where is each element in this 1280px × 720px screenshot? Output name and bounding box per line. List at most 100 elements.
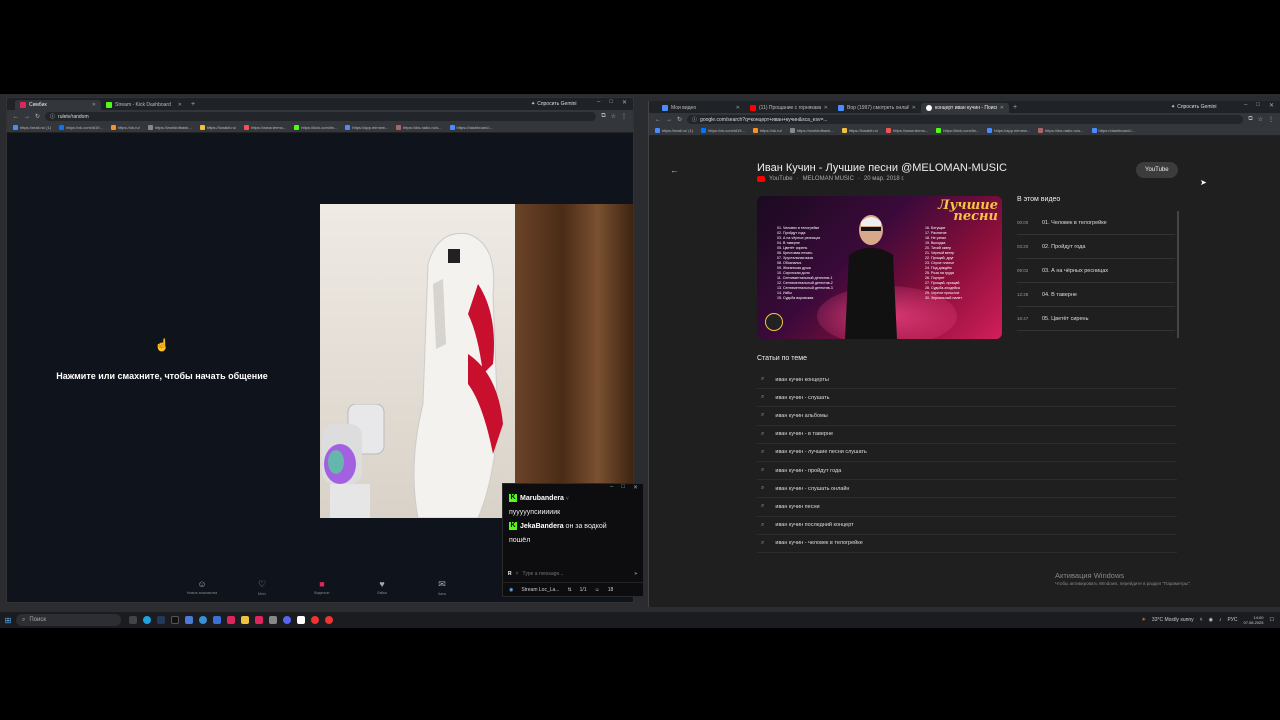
send-icon[interactable]: ➤ [634,571,638,577]
app-icon[interactable] [269,616,277,624]
address-bar[interactable]: ⓘ ruletv/random [45,112,597,121]
close-icon[interactable]: ✕ [92,102,96,108]
right-tab-0[interactable]: Мои видео ✕ [657,103,745,113]
bookmark-item[interactable]: https://ok.ru/ [752,128,782,133]
new-tab-icon[interactable]: + [191,100,195,110]
browser-icon[interactable] [199,616,207,624]
address-bar[interactable]: ⓘ google.com/search?q=концерт+иван+кучин… [687,115,1244,124]
notifications-icon[interactable]: ☐ [1270,617,1274,623]
chapters-scrollbar[interactable] [1177,211,1179,338]
folder-icon[interactable] [241,616,249,624]
lang-label[interactable]: РУС [1227,617,1237,623]
right-tab-2[interactable]: Вор (1997) смотреть онлайн ... ✕ [833,103,921,113]
youtube-chip-button[interactable]: YouTube [1136,162,1178,178]
bookmark-item[interactable]: https://www.termo... [886,128,928,133]
network-icon[interactable]: ◉ [1209,617,1213,623]
chat-input[interactable]: Type a message... [523,571,630,577]
nav-videochat[interactable]: ■ Видеочат [297,579,347,596]
bookmark-item[interactable]: https://app.mirnew... [345,125,388,130]
right-tab-1[interactable]: (11) Прощание с горняками - ... ✕ [745,103,833,113]
minimize-icon[interactable]: – [597,99,600,106]
extension-icon[interactable]: ⧉ [1248,116,1252,123]
related-search-item[interactable]: ⌕ иван кучин - слушать [757,389,1177,408]
related-search-item[interactable]: ⌕ иван кучин - в таверне [757,426,1177,444]
chapter-item[interactable]: 09:02 03. А на чёрных ресницах [1017,259,1175,283]
chrome-icon[interactable] [311,616,319,624]
bookmark-item[interactable]: https://worldofbank... [789,128,834,133]
app-icon[interactable] [227,616,235,624]
close-icon[interactable]: ✕ [1000,105,1004,111]
related-search-item[interactable]: ⌕ иван кучин - лучшие песни слушать [757,444,1177,462]
discord-icon[interactable] [283,616,291,624]
close-window-icon[interactable]: ✕ [1269,102,1274,109]
chapter-item[interactable]: 16:47 05. Цветёт сирень [1017,307,1175,331]
new-tab-icon[interactable]: + [1013,103,1017,113]
left-tab-1[interactable]: Stream - Kick Dashboard ✕ [101,100,187,110]
chat-username[interactable]: JekaBandera [520,523,564,530]
maximize-icon[interactable]: □ [621,484,625,492]
bookmark-item[interactable]: https://vk.com/id19... [701,128,745,133]
star-icon[interactable]: ☆ [1258,116,1263,123]
nav-likes[interactable]: ♥ Лайки [357,579,407,596]
close-icon[interactable]: ✕ [178,102,182,108]
steam-icon[interactable] [157,616,165,624]
app-icon[interactable] [185,616,193,624]
bookmark-item[interactable]: https://dashboard.l... [1091,128,1135,133]
bookmark-item[interactable]: https://dw-radio.ru/s... [1038,128,1084,133]
close-icon[interactable]: ✕ [736,105,740,111]
task-view-icon[interactable] [129,616,137,624]
menu-icon[interactable]: ⋮ [621,113,627,120]
clock[interactable]: 14:00 07.08.2025 [1243,615,1263,625]
chat-username[interactable]: Marubandera [520,495,564,502]
bookmark-item[interactable]: https://dashboard.l... [449,125,493,130]
epic-icon[interactable] [171,616,179,624]
related-search-item[interactable]: ⌕ иван кучин - пройдут года [757,462,1177,481]
tray-chevron-icon[interactable]: ˄ [1200,617,1203,623]
bookmark-item[interactable]: https://dw-radio.ru/s... [396,125,442,130]
bookmark-item[interactable]: https://lunakit.ru/ [841,128,878,133]
volume-icon[interactable]: ♪ [1219,617,1222,623]
app-icon[interactable] [255,616,263,624]
bookmark-item[interactable]: https://vk.com/id19... [59,125,103,130]
related-search-item[interactable]: ⌕ иван кучин альбомы [757,407,1177,426]
close-icon[interactable]: ✕ [633,484,638,492]
related-search-item[interactable]: ⌕ иван кучин концерты [757,371,1177,390]
video-title[interactable]: Иван Кучин - Лучшие песни @MELOMAN-MUSIC [757,162,1007,174]
minimize-icon[interactable]: – [1244,102,1247,109]
extension-icon[interactable]: ⧉ [601,113,605,120]
reload-icon[interactable]: ↻ [677,116,682,123]
start-chat-prompt[interactable]: ☝ Нажмите или смахните, чтобы начать общ… [27,338,297,384]
windows-start-icon[interactable]: ⊞ [0,616,16,625]
bookmark-item[interactable]: https://app.mirnew... [987,128,1030,133]
related-search-item[interactable]: ⌕ иван кучин песни [757,498,1177,517]
nav-match[interactable]: ♡ Мэтч [237,579,287,596]
close-window-icon[interactable]: ✕ [622,99,627,106]
nav-chats[interactable]: ✉ Чаты [417,579,467,596]
weather-text[interactable]: 33°C Mostly sunny [1152,617,1194,623]
chrome-icon[interactable] [325,616,333,624]
back-icon[interactable]: ← [655,117,661,123]
bookmark-item[interactable]: https://lunakit.ru/ [199,125,236,130]
forward-icon[interactable]: → [666,117,672,123]
chapter-item[interactable]: 12:28 04. В таверне [1017,283,1175,307]
chapter-item[interactable]: 03:20 02. Пройдут года [1017,235,1175,259]
left-tab-0[interactable]: Симбик ✕ [15,100,101,110]
video-thumbnail[interactable]: 01. Человек в телогрейке 02. Пройдут года… [757,196,1002,339]
bookmark-item[interactable]: https://www.termo... [244,125,286,130]
back-arrow-icon[interactable]: ← [670,165,679,175]
minimize-icon[interactable]: – [610,484,613,492]
stream-label[interactable]: Stream Loc_La... [521,587,559,593]
bookmark-item[interactable]: https://mail.ru/ (1) [655,128,693,133]
back-icon[interactable]: ← [13,114,19,120]
bookmark-item[interactable]: https://kick.com/lin... [936,128,979,133]
nav-new-people[interactable]: ☺ Новые знакомства [177,579,227,596]
close-icon[interactable]: ✕ [824,105,828,111]
bookmark-item[interactable]: https://ok.ru/ [110,125,140,130]
star-icon[interactable]: ☆ [611,113,616,120]
maximize-icon[interactable]: □ [609,99,613,106]
bookmark-item[interactable]: https://kick.com/lin... [294,125,337,130]
maximize-icon[interactable]: □ [1256,102,1260,109]
right-tab-3[interactable]: концерт иван кучин - Поиск в... ✕ [921,103,1009,113]
menu-icon[interactable]: ⋮ [1268,116,1274,123]
related-search-item[interactable]: ⌕ иван кучин - слушать онлайн [757,480,1177,499]
